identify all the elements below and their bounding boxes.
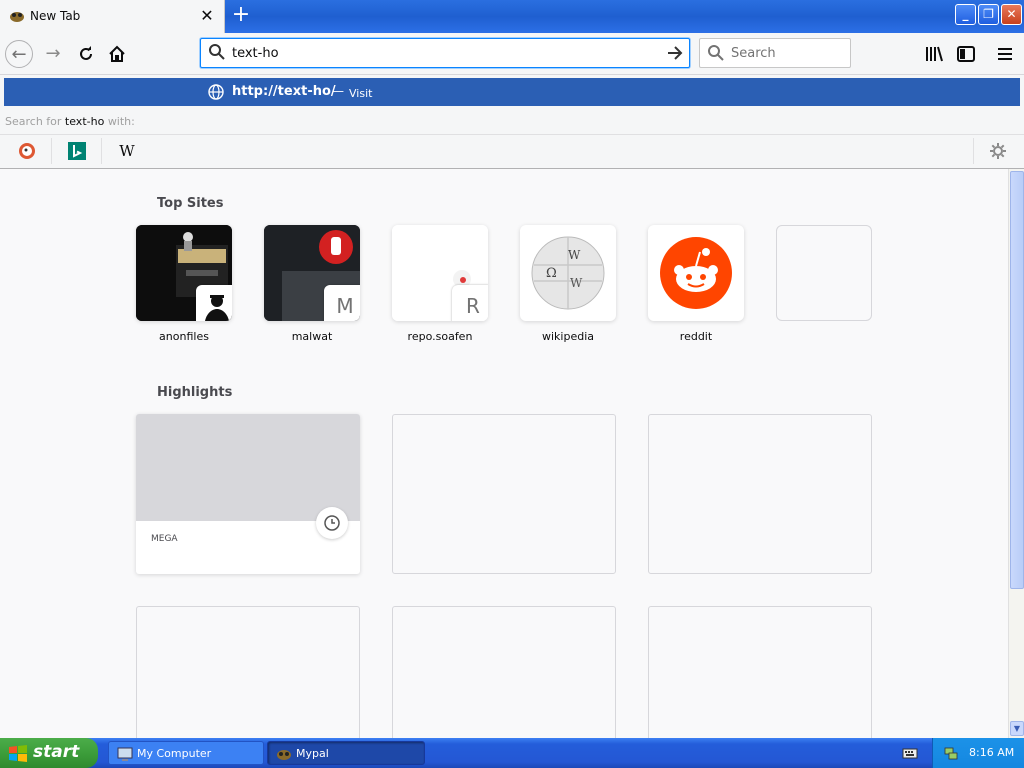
search-bar[interactable] bbox=[699, 38, 851, 68]
tab-new-tab[interactable]: New Tab ✕ bbox=[0, 0, 225, 33]
search-for-label: Search for text-ho with: bbox=[5, 115, 135, 128]
url-suggestions-popup: http://text-ho/ — Visit Search for text-… bbox=[0, 75, 1024, 169]
empty-highlight-card bbox=[136, 606, 360, 738]
search-icon bbox=[708, 45, 724, 61]
minimize-window-button[interactable]: _ bbox=[955, 4, 976, 25]
task-label: Mypal bbox=[296, 747, 329, 760]
scroll-down-arrow-icon[interactable]: ▼ bbox=[1010, 721, 1024, 736]
windows-logo-icon bbox=[9, 745, 27, 762]
url-input[interactable] bbox=[232, 43, 652, 63]
highlights-heading: Highlights bbox=[157, 385, 233, 400]
close-window-button[interactable]: ✕ bbox=[1001, 4, 1022, 25]
search-engine-bar: W bbox=[0, 134, 1024, 167]
anonfiles-badge-icon bbox=[196, 285, 232, 321]
sidebar-icon[interactable] bbox=[954, 42, 978, 66]
search-settings-gear-icon[interactable] bbox=[973, 138, 1021, 164]
restore-window-button[interactable]: ❐ bbox=[978, 4, 999, 25]
reload-icon[interactable] bbox=[72, 40, 100, 68]
taskbar-clock: 8:16 AM bbox=[969, 746, 1015, 759]
search-icon bbox=[209, 44, 225, 60]
start-button[interactable]: start bbox=[0, 738, 98, 768]
top-site-tile[interactable]: M bbox=[264, 225, 360, 321]
new-tab-content: Top Sites anonfiles M malwat R repo.soaf… bbox=[0, 169, 1008, 738]
new-tab-plus-icon[interactable]: + bbox=[230, 4, 252, 28]
suggestion-separator: — bbox=[332, 84, 344, 98]
start-label: start bbox=[33, 742, 80, 762]
taskbar-mypal[interactable]: Mypal bbox=[267, 741, 425, 765]
top-site-tile[interactable]: Ω W W bbox=[520, 225, 616, 321]
top-site-label: wikipedia bbox=[541, 330, 594, 343]
svg-text:Ω: Ω bbox=[546, 266, 557, 281]
suggestion-action: Visit bbox=[349, 87, 373, 100]
svg-text:W: W bbox=[570, 276, 583, 290]
empty-top-site-tile[interactable] bbox=[776, 225, 872, 321]
url-bar[interactable] bbox=[200, 38, 690, 68]
repo-soafen-badge: R bbox=[452, 285, 488, 321]
empty-highlight-card bbox=[392, 606, 616, 738]
svg-text:W: W bbox=[568, 248, 581, 262]
highlight-label: MEGA bbox=[151, 534, 178, 544]
search-input[interactable] bbox=[731, 44, 843, 62]
tab-strip: New Tab ✕ + _ ❐ ✕ bbox=[0, 0, 1024, 33]
top-site-label: repo.soafen bbox=[407, 330, 473, 343]
tab-title: New Tab bbox=[30, 9, 81, 23]
clock-icon bbox=[316, 507, 348, 539]
wikipedia-globe-icon: Ω W W bbox=[531, 236, 605, 310]
duckduckgo-icon bbox=[18, 143, 35, 159]
top-sites-heading: Top Sites bbox=[157, 196, 224, 211]
computer-icon bbox=[117, 747, 133, 761]
empty-highlight-card bbox=[392, 414, 616, 574]
network-icon[interactable] bbox=[943, 745, 959, 761]
keyboard-icon[interactable] bbox=[902, 746, 918, 760]
scrollbar-thumb[interactable] bbox=[1010, 171, 1024, 589]
bing-engine-button[interactable] bbox=[52, 138, 102, 164]
empty-highlight-card bbox=[648, 414, 872, 574]
top-site-label: anonfiles bbox=[159, 330, 209, 343]
top-site-label: malwat bbox=[291, 330, 333, 343]
library-icon[interactable] bbox=[922, 42, 946, 66]
highlight-thumbnail bbox=[136, 414, 360, 521]
mypal-favicon-icon bbox=[10, 12, 24, 22]
navigation-toolbar: ← → bbox=[0, 33, 1024, 75]
top-site-label: reddit bbox=[679, 330, 713, 343]
vertical-scrollbar[interactable]: ▼ bbox=[1008, 169, 1024, 738]
go-arrow-icon[interactable] bbox=[665, 43, 685, 63]
suggestion-url: http://text-ho/ bbox=[232, 84, 336, 99]
back-arrow-icon[interactable]: ← bbox=[5, 40, 33, 68]
hamburger-menu-icon[interactable] bbox=[993, 42, 1017, 66]
taskbar-my-computer[interactable]: My Computer bbox=[108, 741, 264, 765]
wikipedia-icon: W bbox=[119, 142, 135, 160]
duckduckgo-engine-button[interactable] bbox=[2, 138, 52, 164]
search-for-suffix: with: bbox=[107, 115, 135, 128]
malwat-badge: M bbox=[324, 285, 360, 321]
search-for-query: text-ho bbox=[64, 115, 105, 128]
reddit-icon bbox=[660, 237, 732, 309]
task-label: My Computer bbox=[137, 747, 212, 760]
suggestion-visit-row[interactable]: http://text-ho/ — Visit bbox=[4, 78, 1020, 106]
wikipedia-engine-button[interactable]: W bbox=[102, 138, 152, 164]
mypal-icon bbox=[277, 750, 291, 760]
globe-icon bbox=[208, 84, 224, 100]
top-site-tile[interactable] bbox=[648, 225, 744, 321]
windows-taskbar: start My Computer Mypal 8:16 AM bbox=[0, 738, 1024, 768]
home-icon[interactable] bbox=[103, 40, 131, 68]
top-site-tile[interactable]: R bbox=[392, 225, 488, 321]
close-tab-icon[interactable]: ✕ bbox=[199, 6, 215, 26]
system-tray: 8:16 AM bbox=[932, 738, 1024, 768]
search-for-prefix: Search for bbox=[5, 115, 62, 128]
empty-highlight-card bbox=[648, 606, 872, 738]
bing-icon bbox=[67, 142, 86, 160]
forward-arrow-icon[interactable]: → bbox=[39, 40, 67, 68]
top-site-tile[interactable] bbox=[136, 225, 232, 321]
highlight-card-mega[interactable]: MEGA bbox=[136, 414, 360, 574]
